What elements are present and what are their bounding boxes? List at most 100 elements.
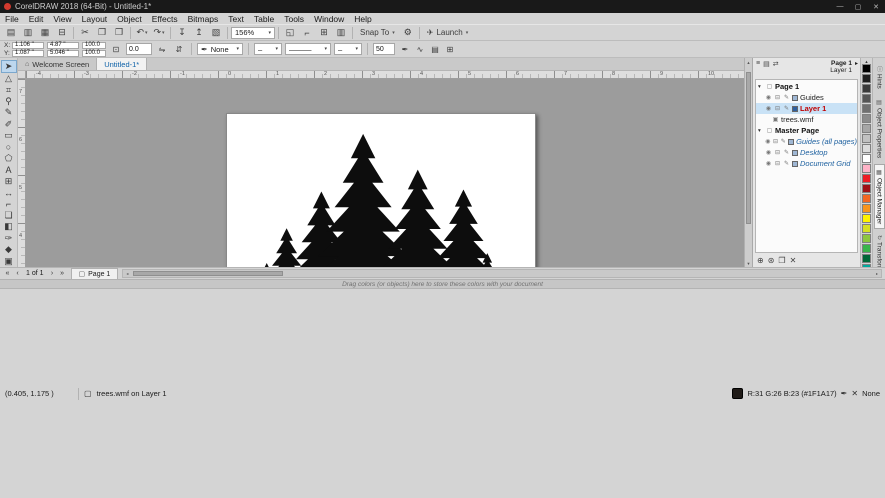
visibility-icon[interactable]: ◉ — [765, 160, 772, 167]
editable-icon[interactable]: ✎ — [783, 160, 790, 167]
vertical-scrollbar[interactable]: ▲ ▼ — [744, 58, 752, 267]
page-area[interactable]: deer.wmfw: 4.87 in, h: 5.046 inClick and… — [226, 113, 536, 267]
outline-settings-button[interactable]: ✒ — [398, 43, 412, 56]
dimension-tool[interactable]: ↔ — [1, 187, 17, 198]
color-swatch[interactable] — [862, 244, 871, 253]
layer-color-chip[interactable] — [792, 161, 798, 167]
editable-icon[interactable]: ✎ — [780, 138, 786, 145]
zoom-tool[interactable]: ⚲ — [1, 96, 17, 107]
layer-row-master-page[interactable]: ▾▢Master Page — [756, 125, 857, 136]
show-grid-button[interactable]: ⊞ — [316, 26, 332, 40]
convert-to-curves-button[interactable]: ∿ — [413, 43, 427, 56]
crop-tool[interactable]: ⌗ — [1, 84, 17, 95]
editable-icon[interactable]: ✎ — [783, 94, 790, 101]
color-swatch[interactable] — [862, 84, 871, 93]
object-width-field[interactable]: 4.87 " — [47, 42, 79, 49]
color-swatch[interactable] — [862, 124, 871, 133]
publish-pdf-button[interactable]: ▧ — [208, 26, 224, 40]
scale-horizontal-field[interactable]: 100.0 — [82, 42, 106, 49]
menu-view[interactable]: View — [48, 14, 76, 24]
duplicate-layer-button[interactable]: ❐ — [778, 256, 785, 265]
lock-ratio-button[interactable]: ⊡ — [109, 43, 123, 56]
color-swatch[interactable] — [862, 104, 871, 113]
color-swatch[interactable] — [862, 74, 871, 83]
artistic-media-tool[interactable]: ✐ — [1, 119, 17, 130]
menu-edit[interactable]: Edit — [24, 14, 49, 24]
layer-color-chip[interactable] — [788, 139, 794, 145]
new-document-button[interactable]: ▤ — [3, 26, 19, 40]
menu-file[interactable]: File — [0, 14, 24, 24]
last-page-button[interactable]: » — [58, 270, 67, 277]
rotation-angle-field[interactable]: 0.0 — [126, 43, 152, 55]
edit-across-layers-icon[interactable]: ⇄ — [773, 60, 779, 68]
layer-row-desktop[interactable]: ◉⊟✎Desktop — [756, 147, 857, 158]
color-eyedropper-tool[interactable]: ✑ — [1, 233, 17, 244]
ruler-origin-button[interactable] — [18, 71, 26, 79]
color-swatch[interactable] — [862, 94, 871, 103]
docker-tab-object-manager[interactable]: ▦Object Manager — [874, 164, 885, 229]
color-swatch[interactable] — [862, 194, 871, 203]
open-button[interactable]: ▥ — [20, 26, 36, 40]
scroll-down-button[interactable]: ▼ — [745, 259, 752, 267]
docker-flyout-icon[interactable]: ▸ — [855, 60, 858, 67]
docker-tab-object-properties[interactable]: ▤Object Properties — [875, 95, 884, 162]
table-tool[interactable]: ⊞ — [1, 176, 17, 187]
mirror-vertical-button[interactable]: ⇵ — [172, 43, 186, 56]
mirror-horizontal-button[interactable]: ⇋ — [155, 43, 169, 56]
layer-row-guides-all-pages[interactable]: ◉⊟✎Guides (all pages) — [756, 136, 857, 147]
horizontal-scroll-track[interactable] — [131, 270, 873, 277]
save-button[interactable]: ▦ — [37, 26, 53, 40]
visibility-icon[interactable]: ◉ — [765, 105, 772, 112]
menu-table[interactable]: Table — [249, 14, 279, 24]
color-swatch[interactable] — [862, 234, 871, 243]
vertical-scroll-thumb[interactable] — [746, 72, 751, 224]
layer-row-trees-wmf[interactable]: ▣trees.wmf — [756, 114, 857, 125]
layer-color-chip[interactable] — [792, 150, 798, 156]
shape-tool[interactable]: △ — [1, 73, 17, 84]
copy-button[interactable]: ❐ — [94, 26, 110, 40]
menu-layout[interactable]: Layout — [77, 14, 113, 24]
options-button[interactable]: ⚙ — [400, 26, 416, 40]
color-swatch[interactable] — [862, 114, 871, 123]
pick-tool[interactable]: ➤ — [1, 60, 17, 73]
menu-help[interactable]: Help — [349, 14, 376, 24]
layer-color-chip[interactable] — [792, 95, 798, 101]
color-swatch[interactable] — [862, 64, 871, 73]
expander-icon[interactable]: ▾ — [758, 84, 764, 90]
new-master-layer-button[interactable]: ⊛ — [768, 256, 775, 265]
import-button[interactable]: ↧ — [174, 26, 190, 40]
scale-vertical-field[interactable]: 100.0 — [82, 50, 106, 57]
arrow-start-combo[interactable]: – ▾ — [254, 43, 282, 55]
cut-button[interactable]: ✂ — [77, 26, 93, 40]
show-guidelines-button[interactable]: ▥ — [333, 26, 349, 40]
horizontal-scrollbar[interactable]: ◂ ▸ — [122, 269, 882, 278]
zoom-level-combo[interactable]: 156%▾ — [231, 27, 275, 39]
color-swatch[interactable] — [862, 254, 871, 263]
new-layer-button[interactable]: ⊕ — [757, 256, 764, 265]
menu-effects[interactable]: Effects — [147, 14, 183, 24]
printable-icon[interactable]: ⊟ — [774, 105, 781, 112]
minimize-button[interactable]: — — [831, 0, 849, 13]
delete-layer-button[interactable]: ✕ — [790, 256, 797, 265]
maximize-button[interactable]: ▢ — [849, 0, 867, 13]
layer-row-guides[interactable]: ◉⊟✎Guides — [756, 92, 857, 103]
color-swatch[interactable] — [862, 224, 871, 233]
next-page-button[interactable]: › — [48, 270, 57, 277]
paste-button[interactable]: ❒ — [111, 26, 127, 40]
tab-welcome-screen[interactable]: ⌂ Welcome Screen — [18, 58, 97, 70]
drawing-canvas[interactable]: deer.wmfw: 4.87 in, h: 5.046 inClick and… — [26, 79, 744, 267]
rectangle-tool[interactable]: ▭ — [1, 130, 17, 141]
layer-color-chip[interactable] — [792, 106, 798, 112]
close-button[interactable]: ✕ — [867, 0, 885, 13]
color-swatch[interactable] — [862, 214, 871, 223]
docker-tab-transformations[interactable]: ↻Transformations — [875, 231, 884, 267]
color-swatch[interactable] — [862, 164, 871, 173]
color-swatch[interactable] — [862, 174, 871, 183]
editable-icon[interactable]: ✎ — [783, 105, 790, 112]
color-swatch[interactable] — [862, 134, 871, 143]
layer-row-page-1[interactable]: ▾▢Page 1 — [756, 81, 857, 92]
undo-button[interactable]: ↶▾ — [134, 26, 150, 40]
layer-row-layer-1[interactable]: ◉⊟✎Layer 1 — [756, 103, 857, 114]
horizontal-ruler[interactable]: -4-3-2-1012345678910 — [26, 71, 744, 79]
y-position-field[interactable]: 1.087 " — [12, 50, 44, 57]
